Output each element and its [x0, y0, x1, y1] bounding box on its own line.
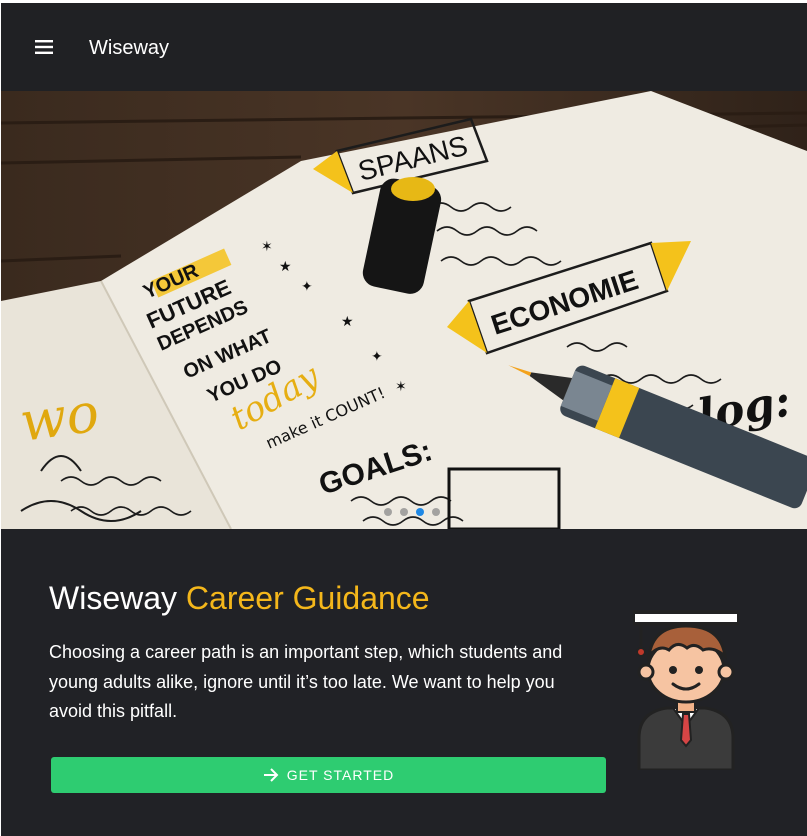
svg-text:✶: ✶	[395, 379, 407, 395]
menu-icon	[35, 40, 53, 54]
app-frame: Wiseway wo YOUR FUTURE DEPENDS ON WHAT Y…	[1, 3, 807, 836]
graduate-icon	[633, 610, 739, 770]
notebook-wo: wo	[16, 381, 103, 454]
carousel-indicators	[384, 508, 440, 516]
svg-text:✦: ✦	[371, 349, 383, 365]
intro-description: Choosing a career path is an important s…	[49, 642, 563, 721]
title-plain: Wiseway	[49, 580, 178, 616]
svg-text:✶: ✶	[261, 239, 273, 255]
hero-carousel[interactable]: wo YOUR FUTURE DEPENDS ON WHAT YOU DO to…	[1, 91, 807, 529]
carousel-dot[interactable]	[400, 508, 408, 516]
carousel-dot[interactable]	[384, 508, 392, 516]
hero-image: wo YOUR FUTURE DEPENDS ON WHAT YOU DO to…	[1, 91, 807, 529]
carousel-dot-active[interactable]	[416, 508, 424, 516]
svg-text:✦: ✦	[301, 279, 313, 295]
intro-section: Wiseway Career Guidance Choosing a caree…	[49, 578, 609, 727]
title-accent: Career Guidance	[185, 580, 430, 616]
get-started-label: GET STARTED	[286, 767, 395, 783]
app-title: Wiseway	[89, 37, 170, 59]
carousel-dot[interactable]	[432, 508, 440, 516]
get-started-button[interactable]: GET STARTED	[51, 757, 606, 793]
page-title: Wiseway Career Guidance	[49, 578, 609, 618]
app-bar: Wiseway	[1, 3, 807, 91]
svg-text:★: ★	[279, 259, 292, 275]
svg-text:★: ★	[341, 314, 354, 330]
arrow-right-icon	[263, 768, 279, 782]
menu-button[interactable]	[29, 31, 61, 63]
